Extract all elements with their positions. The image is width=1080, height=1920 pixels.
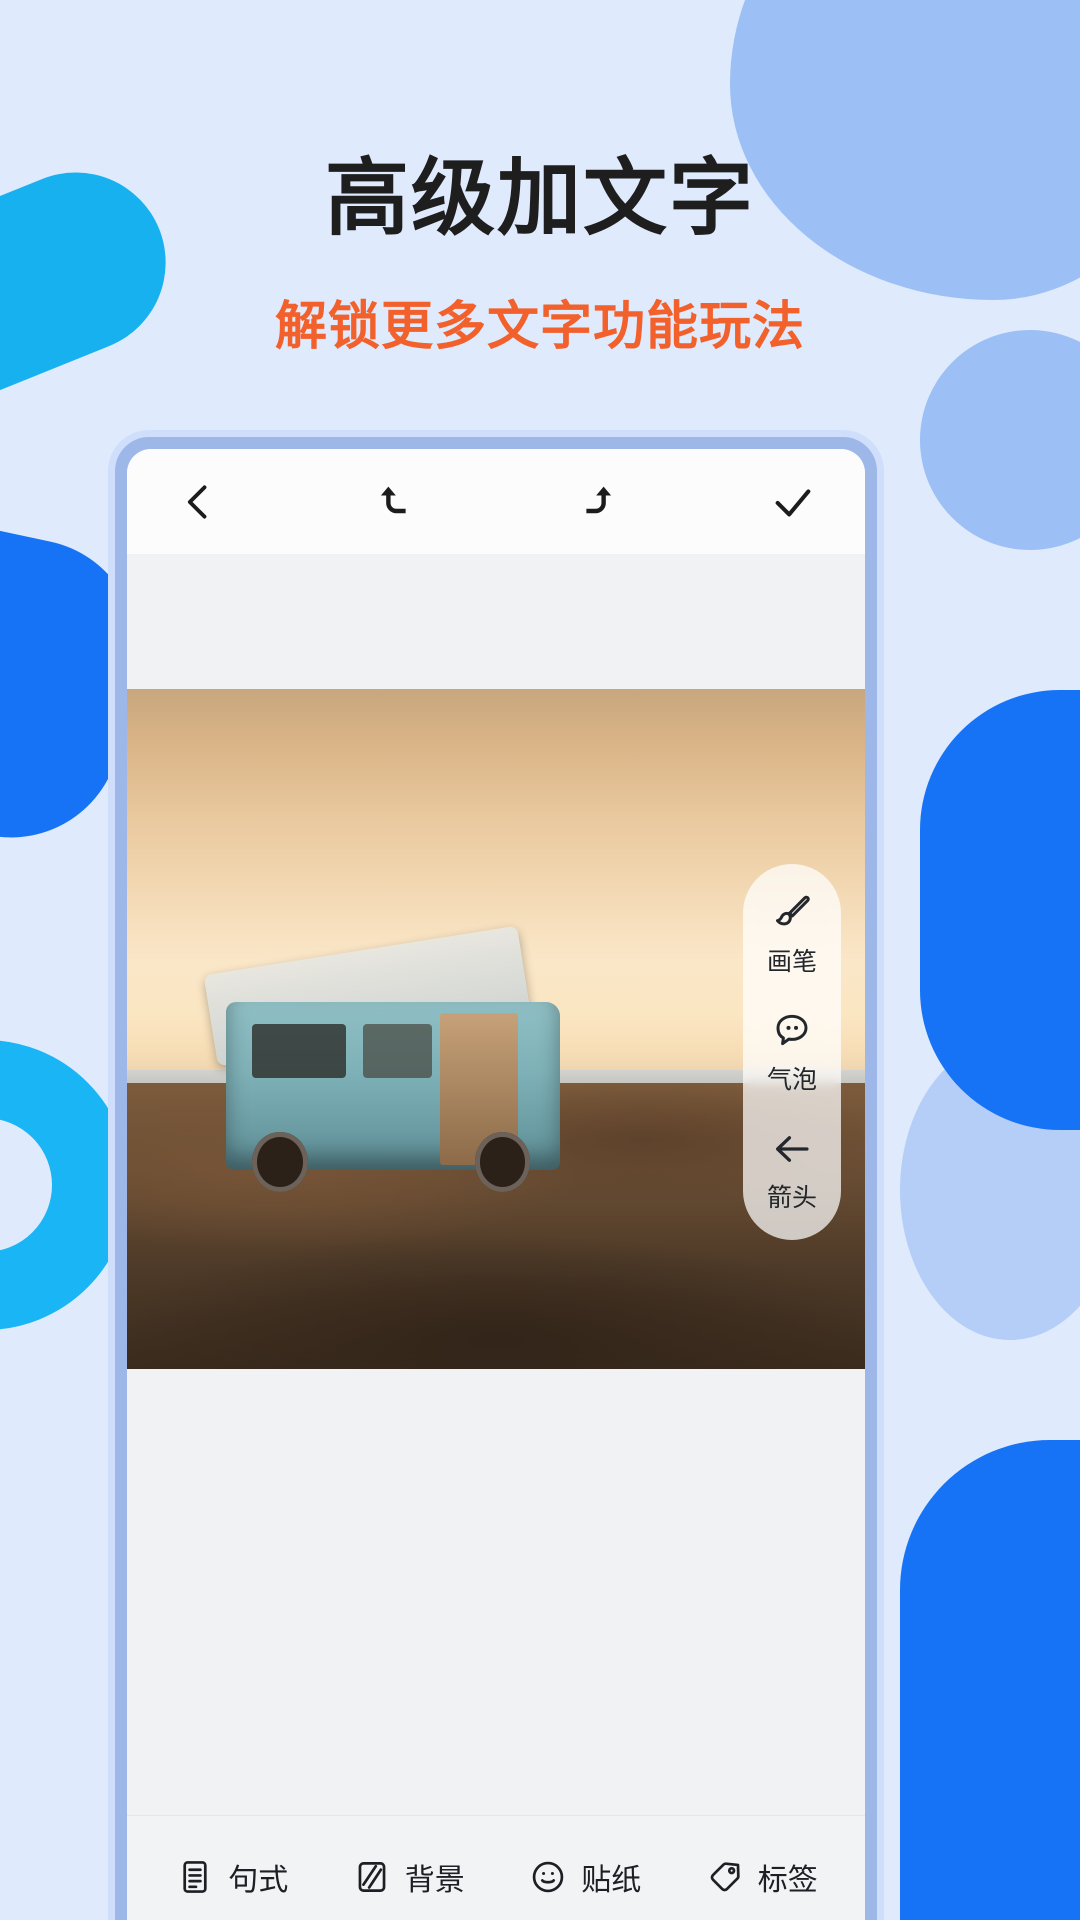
phone-mockup: 画笔 气泡 箭头 句式 背景 贴纸 标签: [115, 437, 877, 1920]
van-wheel-front: [474, 1132, 531, 1193]
phone-screen: 画笔 气泡 箭头 句式 背景 贴纸 标签: [127, 449, 865, 1920]
editor-bottom-toolbar: 句式 背景 贴纸 标签: [127, 1815, 865, 1920]
van-wheel-rear: [252, 1132, 308, 1193]
brush-icon: [769, 890, 815, 936]
van-window-rear: [252, 1023, 347, 1078]
redo-button[interactable]: [557, 464, 633, 540]
tool-item-arrow[interactable]: 箭头: [767, 1126, 817, 1214]
headings-block: 高级加文字 解锁更多文字功能玩法: [0, 0, 1080, 359]
decor-blob-blue-right: [920, 690, 1080, 1130]
page-title: 高级加文字: [324, 149, 755, 247]
hatched-square-icon: [351, 1856, 393, 1898]
tool-item-brush[interactable]: 画笔: [767, 890, 817, 978]
undo-icon: [374, 479, 420, 525]
document-lines-icon: [174, 1856, 216, 1898]
decor-ring-cyan-left: [0, 1040, 130, 1330]
editor-top-toolbar: [127, 449, 865, 554]
photo-preview[interactable]: 画笔 气泡 箭头: [127, 689, 865, 1369]
bottom-item-sentence[interactable]: 句式: [174, 1855, 288, 1899]
photo-campervan: [201, 920, 629, 1193]
bottom-item-background[interactable]: 背景: [351, 1855, 465, 1899]
redo-icon: [572, 479, 618, 525]
tool-item-brush-label: 画笔: [766, 947, 817, 976]
tool-item-bubble-label: 气泡: [766, 1065, 817, 1094]
bottom-item-tag[interactable]: 标签: [704, 1855, 818, 1899]
bottom-item-tag-label: 标签: [757, 1862, 818, 1898]
bottom-item-sticker-label: 贴纸: [581, 1862, 642, 1898]
arrow-left-icon: [769, 1126, 815, 1172]
back-button[interactable]: [161, 464, 237, 540]
decor-circle-top-right: [920, 330, 1080, 550]
van-window-side: [363, 1023, 432, 1078]
bottom-item-background-label: 背景: [404, 1862, 465, 1898]
floating-tool-panel: 画笔 气泡 箭头: [743, 864, 841, 1240]
smiley-face-icon: [527, 1856, 569, 1898]
tool-item-bubble[interactable]: 气泡: [767, 1008, 817, 1096]
tag-icon: [704, 1856, 746, 1898]
speech-bubble-icon: [769, 1008, 815, 1054]
back-chevron-icon: [177, 480, 221, 524]
decor-blob-blue-right-lower: [900, 1440, 1080, 1920]
checkmark-icon: [770, 479, 816, 525]
editor-canvas[interactable]: 画笔 气泡 箭头: [127, 554, 865, 1815]
undo-button[interactable]: [359, 464, 435, 540]
tool-item-arrow-label: 箭头: [766, 1183, 817, 1212]
confirm-button[interactable]: [755, 464, 831, 540]
bottom-item-sentence-label: 句式: [228, 1862, 289, 1898]
bottom-item-sticker[interactable]: 贴纸: [527, 1855, 641, 1899]
page-subtitle: 解锁更多文字功能玩法: [274, 297, 805, 358]
